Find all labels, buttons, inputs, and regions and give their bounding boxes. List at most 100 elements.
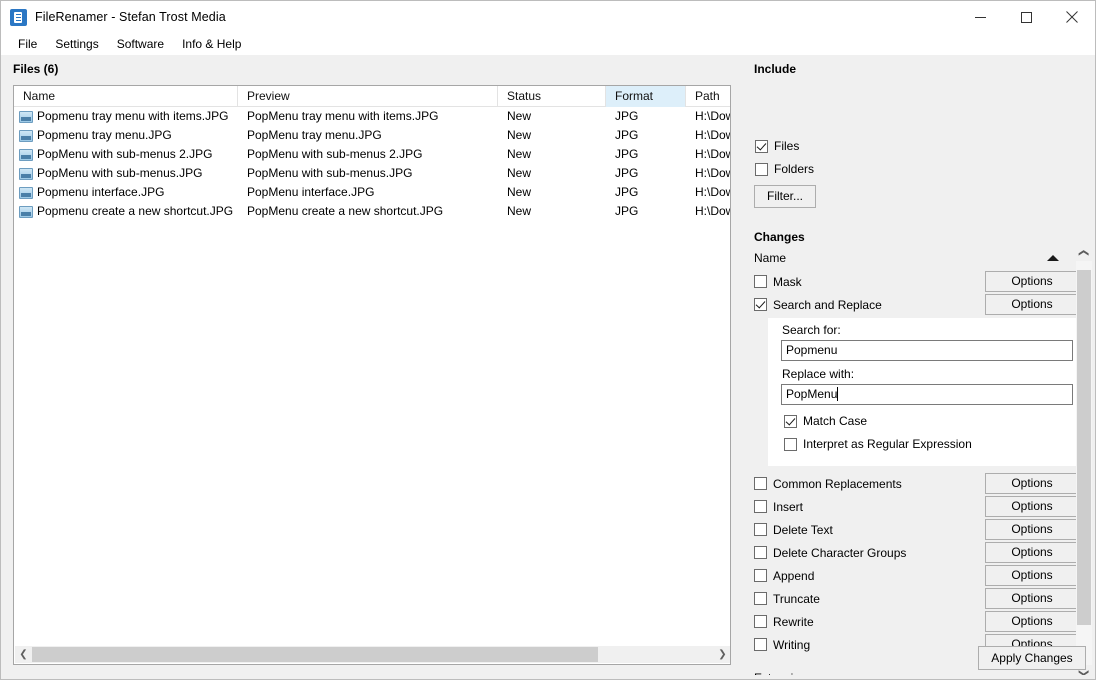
column-header-name[interactable]: Name	[14, 86, 238, 107]
writing-checkbox[interactable]: Writing	[754, 638, 985, 652]
title-bar: FileRenamer - Stefan Trost Media	[1, 1, 1095, 33]
changes-group-name[interactable]: Name	[754, 250, 1079, 270]
files-panel-title: Files (6)	[13, 62, 59, 76]
image-file-icon	[19, 129, 33, 142]
checkbox-icon[interactable]	[754, 477, 767, 490]
image-file-icon	[19, 110, 33, 123]
scroll-left-icon[interactable]: ❮	[15, 646, 32, 663]
search-for-input[interactable]: Popmenu	[781, 340, 1073, 361]
common-replacements-label: Common Replacements	[773, 476, 902, 491]
checkbox-icon[interactable]	[754, 638, 767, 651]
common-replacements-options-button[interactable]: Options	[985, 473, 1079, 494]
change-option-common-replacements[interactable]: Common Replacements Options	[754, 472, 1079, 495]
checkbox-icon[interactable]	[784, 414, 797, 428]
scroll-up-icon[interactable]: ❮	[1076, 245, 1092, 261]
column-header-preview[interactable]: Preview	[238, 86, 498, 107]
horizontal-scroll-thumb[interactable]	[32, 647, 599, 662]
vertical-scroll-thumb[interactable]	[1077, 270, 1091, 625]
change-option-truncate[interactable]: Truncate Options	[754, 587, 1079, 610]
horizontal-scroll-track[interactable]	[32, 646, 714, 663]
append-options-button[interactable]: Options	[985, 565, 1079, 586]
change-option-rewrite[interactable]: Rewrite Options	[754, 610, 1079, 633]
change-option-delete-character-groups[interactable]: Delete Character Groups Options	[754, 541, 1079, 564]
insert-checkbox[interactable]: Insert	[754, 500, 985, 514]
cell-preview: PopMenu interface.JPG	[247, 185, 375, 199]
cell-status: New	[507, 185, 532, 199]
include-files-checkbox[interactable]: Files	[755, 139, 799, 153]
regex-checkbox[interactable]: Interpret as Regular Expression	[784, 437, 972, 451]
regex-label: Interpret as Regular Expression	[803, 437, 972, 451]
delete-character-groups-options-button[interactable]: Options	[985, 542, 1079, 563]
replace-with-input[interactable]: PopMenu	[781, 384, 1073, 405]
mask-options-button[interactable]: Options	[985, 271, 1079, 292]
image-file-icon	[19, 205, 33, 218]
checkbox-icon[interactable]	[784, 437, 797, 451]
scroll-right-icon[interactable]: ❯	[714, 646, 730, 663]
rewrite-options-button[interactable]: Options	[985, 611, 1079, 632]
menu-file[interactable]: File	[9, 35, 46, 53]
checkbox-icon[interactable]	[754, 615, 767, 628]
file-list-horizontal-scrollbar[interactable]: ❮ ❯	[15, 646, 730, 663]
mask-checkbox[interactable]: Mask	[754, 275, 985, 289]
table-row[interactable]: PopMenu with sub-menus.JPG PopMenu with …	[14, 164, 730, 183]
common-replacements-checkbox[interactable]: Common Replacements	[754, 477, 985, 491]
insert-options-button[interactable]: Options	[985, 496, 1079, 517]
changes-vertical-scrollbar[interactable]: ❮ ❯	[1076, 245, 1092, 679]
table-row[interactable]: Popmenu create a new shortcut.JPG PopMen…	[14, 202, 730, 221]
image-file-icon	[19, 167, 33, 180]
menu-bar: File Settings Software Info & Help	[1, 33, 1095, 55]
rewrite-label: Rewrite	[773, 614, 814, 629]
minimize-button[interactable]	[957, 1, 1003, 33]
column-header-path[interactable]: Path	[686, 86, 730, 107]
vertical-scroll-track[interactable]	[1076, 261, 1092, 665]
checkbox-icon[interactable]	[754, 275, 767, 288]
caret-up-icon[interactable]	[1047, 255, 1059, 261]
checkbox-icon[interactable]	[755, 139, 768, 153]
delete-character-groups-checkbox[interactable]: Delete Character Groups	[754, 546, 985, 560]
change-option-search-replace[interactable]: Search and Replace Options	[754, 293, 1079, 316]
checkbox-icon[interactable]	[754, 298, 767, 311]
append-checkbox[interactable]: Append	[754, 569, 985, 583]
filter-button[interactable]: Filter...	[754, 185, 816, 208]
delete-text-checkbox[interactable]: Delete Text	[754, 523, 985, 537]
table-row[interactable]: Popmenu tray menu.JPG PopMenu tray menu.…	[14, 126, 730, 145]
match-case-checkbox[interactable]: Match Case	[784, 414, 867, 428]
delete-text-options-button[interactable]: Options	[985, 519, 1079, 540]
column-header-status[interactable]: Status	[498, 86, 606, 107]
maximize-button[interactable]	[1003, 1, 1049, 33]
truncate-checkbox[interactable]: Truncate	[754, 592, 985, 606]
cell-status: New	[507, 166, 532, 180]
truncate-options-button[interactable]: Options	[985, 588, 1079, 609]
rewrite-checkbox[interactable]: Rewrite	[754, 615, 985, 629]
cell-format: JPG	[615, 109, 639, 123]
menu-info-help[interactable]: Info & Help	[173, 35, 250, 53]
checkbox-icon[interactable]	[754, 569, 767, 582]
search-and-replace-checkbox[interactable]: Search and Replace	[754, 298, 985, 312]
close-button[interactable]	[1049, 1, 1095, 33]
table-row[interactable]: Popmenu tray menu with items.JPG PopMenu…	[14, 107, 730, 126]
checkbox-icon[interactable]	[754, 592, 767, 605]
menu-settings[interactable]: Settings	[46, 35, 107, 53]
checkbox-icon[interactable]	[754, 523, 767, 536]
checkbox-icon[interactable]	[754, 500, 767, 513]
file-name-text: Popmenu create a new shortcut.JPG	[37, 204, 234, 218]
cell-name: Popmenu create a new shortcut.JPG	[14, 202, 238, 221]
cell-name: PopMenu with sub-menus 2.JPG	[14, 145, 238, 164]
change-option-mask[interactable]: Mask Options	[754, 270, 1079, 293]
include-folders-label: Folders	[774, 162, 815, 176]
table-row[interactable]: Popmenu interface.JPG PopMenu interface.…	[14, 183, 730, 202]
search-and-replace-options-button[interactable]: Options	[985, 294, 1079, 315]
include-folders-checkbox[interactable]: Folders	[755, 162, 814, 176]
cell-preview: PopMenu tray menu.JPG	[247, 128, 382, 142]
change-option-delete-text[interactable]: Delete Text Options	[754, 518, 1079, 541]
menu-software[interactable]: Software	[108, 35, 173, 53]
change-option-append[interactable]: Append Options	[754, 564, 1079, 587]
apply-changes-button[interactable]: Apply Changes	[978, 646, 1086, 670]
app-document-icon	[10, 8, 27, 26]
file-list[interactable]: Name Preview Status Format Path Popmenu …	[13, 85, 731, 665]
checkbox-icon[interactable]	[755, 162, 768, 176]
change-option-insert[interactable]: Insert Options	[754, 495, 1079, 518]
table-row[interactable]: PopMenu with sub-menus 2.JPG PopMenu wit…	[14, 145, 730, 164]
column-header-format[interactable]: Format	[606, 86, 686, 107]
checkbox-icon[interactable]	[754, 546, 767, 559]
